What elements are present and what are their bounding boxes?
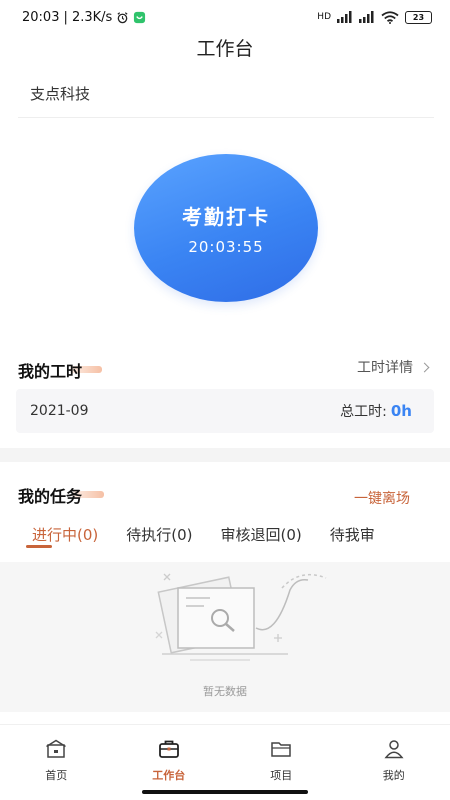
home-indicator bbox=[142, 790, 308, 794]
status-right: HD 23 bbox=[317, 10, 432, 24]
status-left: 20:03 | 2.3K/s bbox=[22, 10, 146, 25]
punch-clock-time: 20:03:55 bbox=[188, 237, 264, 256]
nav-home-label: 首页 bbox=[45, 769, 68, 782]
app-notification-icon bbox=[134, 11, 146, 23]
hours-summary-card: 2021-09 总工时: 0h bbox=[16, 389, 434, 433]
network-speed: | 2.3K/s bbox=[63, 9, 113, 25]
person-icon bbox=[384, 740, 404, 759]
page-title: 工作台 bbox=[196, 38, 254, 60]
hd-label: HD bbox=[317, 12, 331, 22]
tab-review-returned[interactable]: 审核退回(0) bbox=[221, 524, 302, 545]
nav-projects[interactable]: 项目 bbox=[225, 725, 338, 788]
total-hours-value: 0h bbox=[390, 402, 412, 420]
active-tab-indicator bbox=[26, 545, 52, 548]
section-divider bbox=[0, 448, 450, 462]
total-hours-label: 总工时: bbox=[340, 404, 387, 420]
bottom-nav: 首页 工作台 项目 我的 bbox=[0, 724, 450, 788]
my-tasks-title: 我的任务 bbox=[18, 487, 83, 506]
company-name: 支点科技 bbox=[30, 85, 91, 103]
status-bar: 20:03 | 2.3K/s HD 23 bbox=[0, 0, 450, 34]
nav-workbench-label: 工作台 bbox=[152, 769, 186, 782]
total-hours: 总工时: 0h bbox=[340, 401, 412, 421]
punch-label: 考勤打卡 bbox=[182, 204, 270, 229]
empty-state-text: 暂无数据 bbox=[203, 685, 247, 698]
nav-home[interactable]: 首页 bbox=[0, 725, 113, 788]
battery-level: 23 bbox=[412, 12, 425, 22]
tab-in-progress[interactable]: 进行中(0) bbox=[32, 524, 98, 545]
wifi-icon bbox=[381, 10, 399, 24]
nav-workbench[interactable]: 工作台 bbox=[113, 725, 226, 788]
signal-icon-2 bbox=[359, 11, 374, 23]
attendance-punch-button[interactable]: 考勤打卡 20:03:55 bbox=[134, 154, 318, 302]
one-click-leave-button[interactable]: 一键离场 bbox=[354, 488, 410, 508]
hours-details-label: 工时详情 bbox=[357, 360, 413, 376]
chevron-right-icon bbox=[419, 362, 430, 372]
my-hours-title: 我的工时 bbox=[18, 362, 83, 381]
signal-icon-1 bbox=[337, 11, 352, 23]
hours-details-link[interactable]: 工时详情 bbox=[357, 357, 430, 377]
folder-icon bbox=[271, 742, 291, 757]
tab-awaiting-my-review[interactable]: 待我审 bbox=[330, 524, 375, 545]
nav-profile[interactable]: 我的 bbox=[338, 725, 450, 788]
hours-month: 2021-09 bbox=[30, 403, 89, 419]
status-time: 20:03 bbox=[22, 9, 60, 25]
nav-projects-label: 项目 bbox=[270, 769, 293, 782]
battery-icon: 23 bbox=[405, 10, 432, 24]
task-tabs: 进行中(0) 待执行(0) 审核退回(0) 待我审 bbox=[0, 514, 450, 554]
empty-document-icon bbox=[155, 573, 327, 661]
company-selector[interactable]: 支点科技 bbox=[18, 74, 434, 118]
home-icon bbox=[46, 739, 67, 758]
alarm-icon bbox=[117, 11, 128, 23]
nav-profile-label: 我的 bbox=[382, 769, 405, 782]
briefcase-icon bbox=[158, 740, 179, 758]
tab-pending[interactable]: 待执行(0) bbox=[126, 524, 192, 545]
